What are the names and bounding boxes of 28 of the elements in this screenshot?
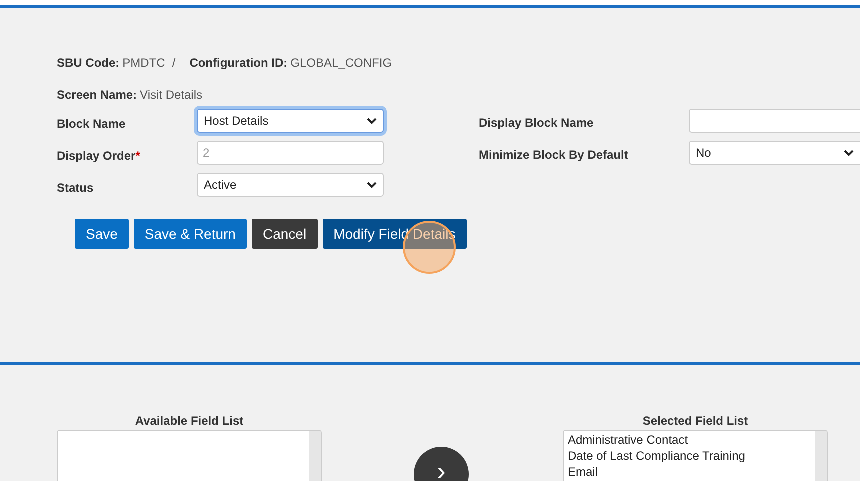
configuration-id-label: Configuration ID: <box>190 55 288 72</box>
sbu-code-label: SBU Code: <box>57 55 120 72</box>
chevron-down-icon <box>367 182 377 188</box>
move-right-button[interactable]: › <box>414 447 469 481</box>
screen-name-label: Screen Name: <box>57 87 138 104</box>
dropdown[interactable]: Host Details <box>197 109 384 133</box>
chevron-down-icon <box>844 150 854 156</box>
list-title: Selected Field List <box>642 413 748 428</box>
list-item[interactable]: Administrative Contact <box>568 432 815 448</box>
screen-name-value: Visit Details <box>140 87 203 104</box>
chevron-down-icon <box>367 118 377 124</box>
list-item[interactable]: Email <box>568 464 815 480</box>
field-label: Display Block Name <box>479 115 595 132</box>
field-label: Display Order* <box>57 148 142 165</box>
dropdown[interactable]: Active <box>197 173 384 197</box>
list-item[interactable]: Date of Last Compliance Training <box>568 448 815 464</box>
input-field[interactable] <box>689 109 860 133</box>
sbu-code-value: PMDTC <box>122 55 166 72</box>
action-button[interactable]: Cancel <box>252 219 318 249</box>
action-button[interactable]: Save & Return <box>134 219 247 249</box>
configuration-id-value: GLOBAL_CONFIG <box>290 55 392 72</box>
field-label: Status <box>57 180 95 197</box>
action-button[interactable]: Save <box>75 219 129 249</box>
list-title: Available Field List <box>135 413 244 428</box>
field-label: Minimize Block By Default <box>479 147 630 164</box>
separator: / <box>172 55 176 72</box>
dropdown[interactable]: No <box>689 141 860 165</box>
field-label: Block Name <box>57 116 127 133</box>
